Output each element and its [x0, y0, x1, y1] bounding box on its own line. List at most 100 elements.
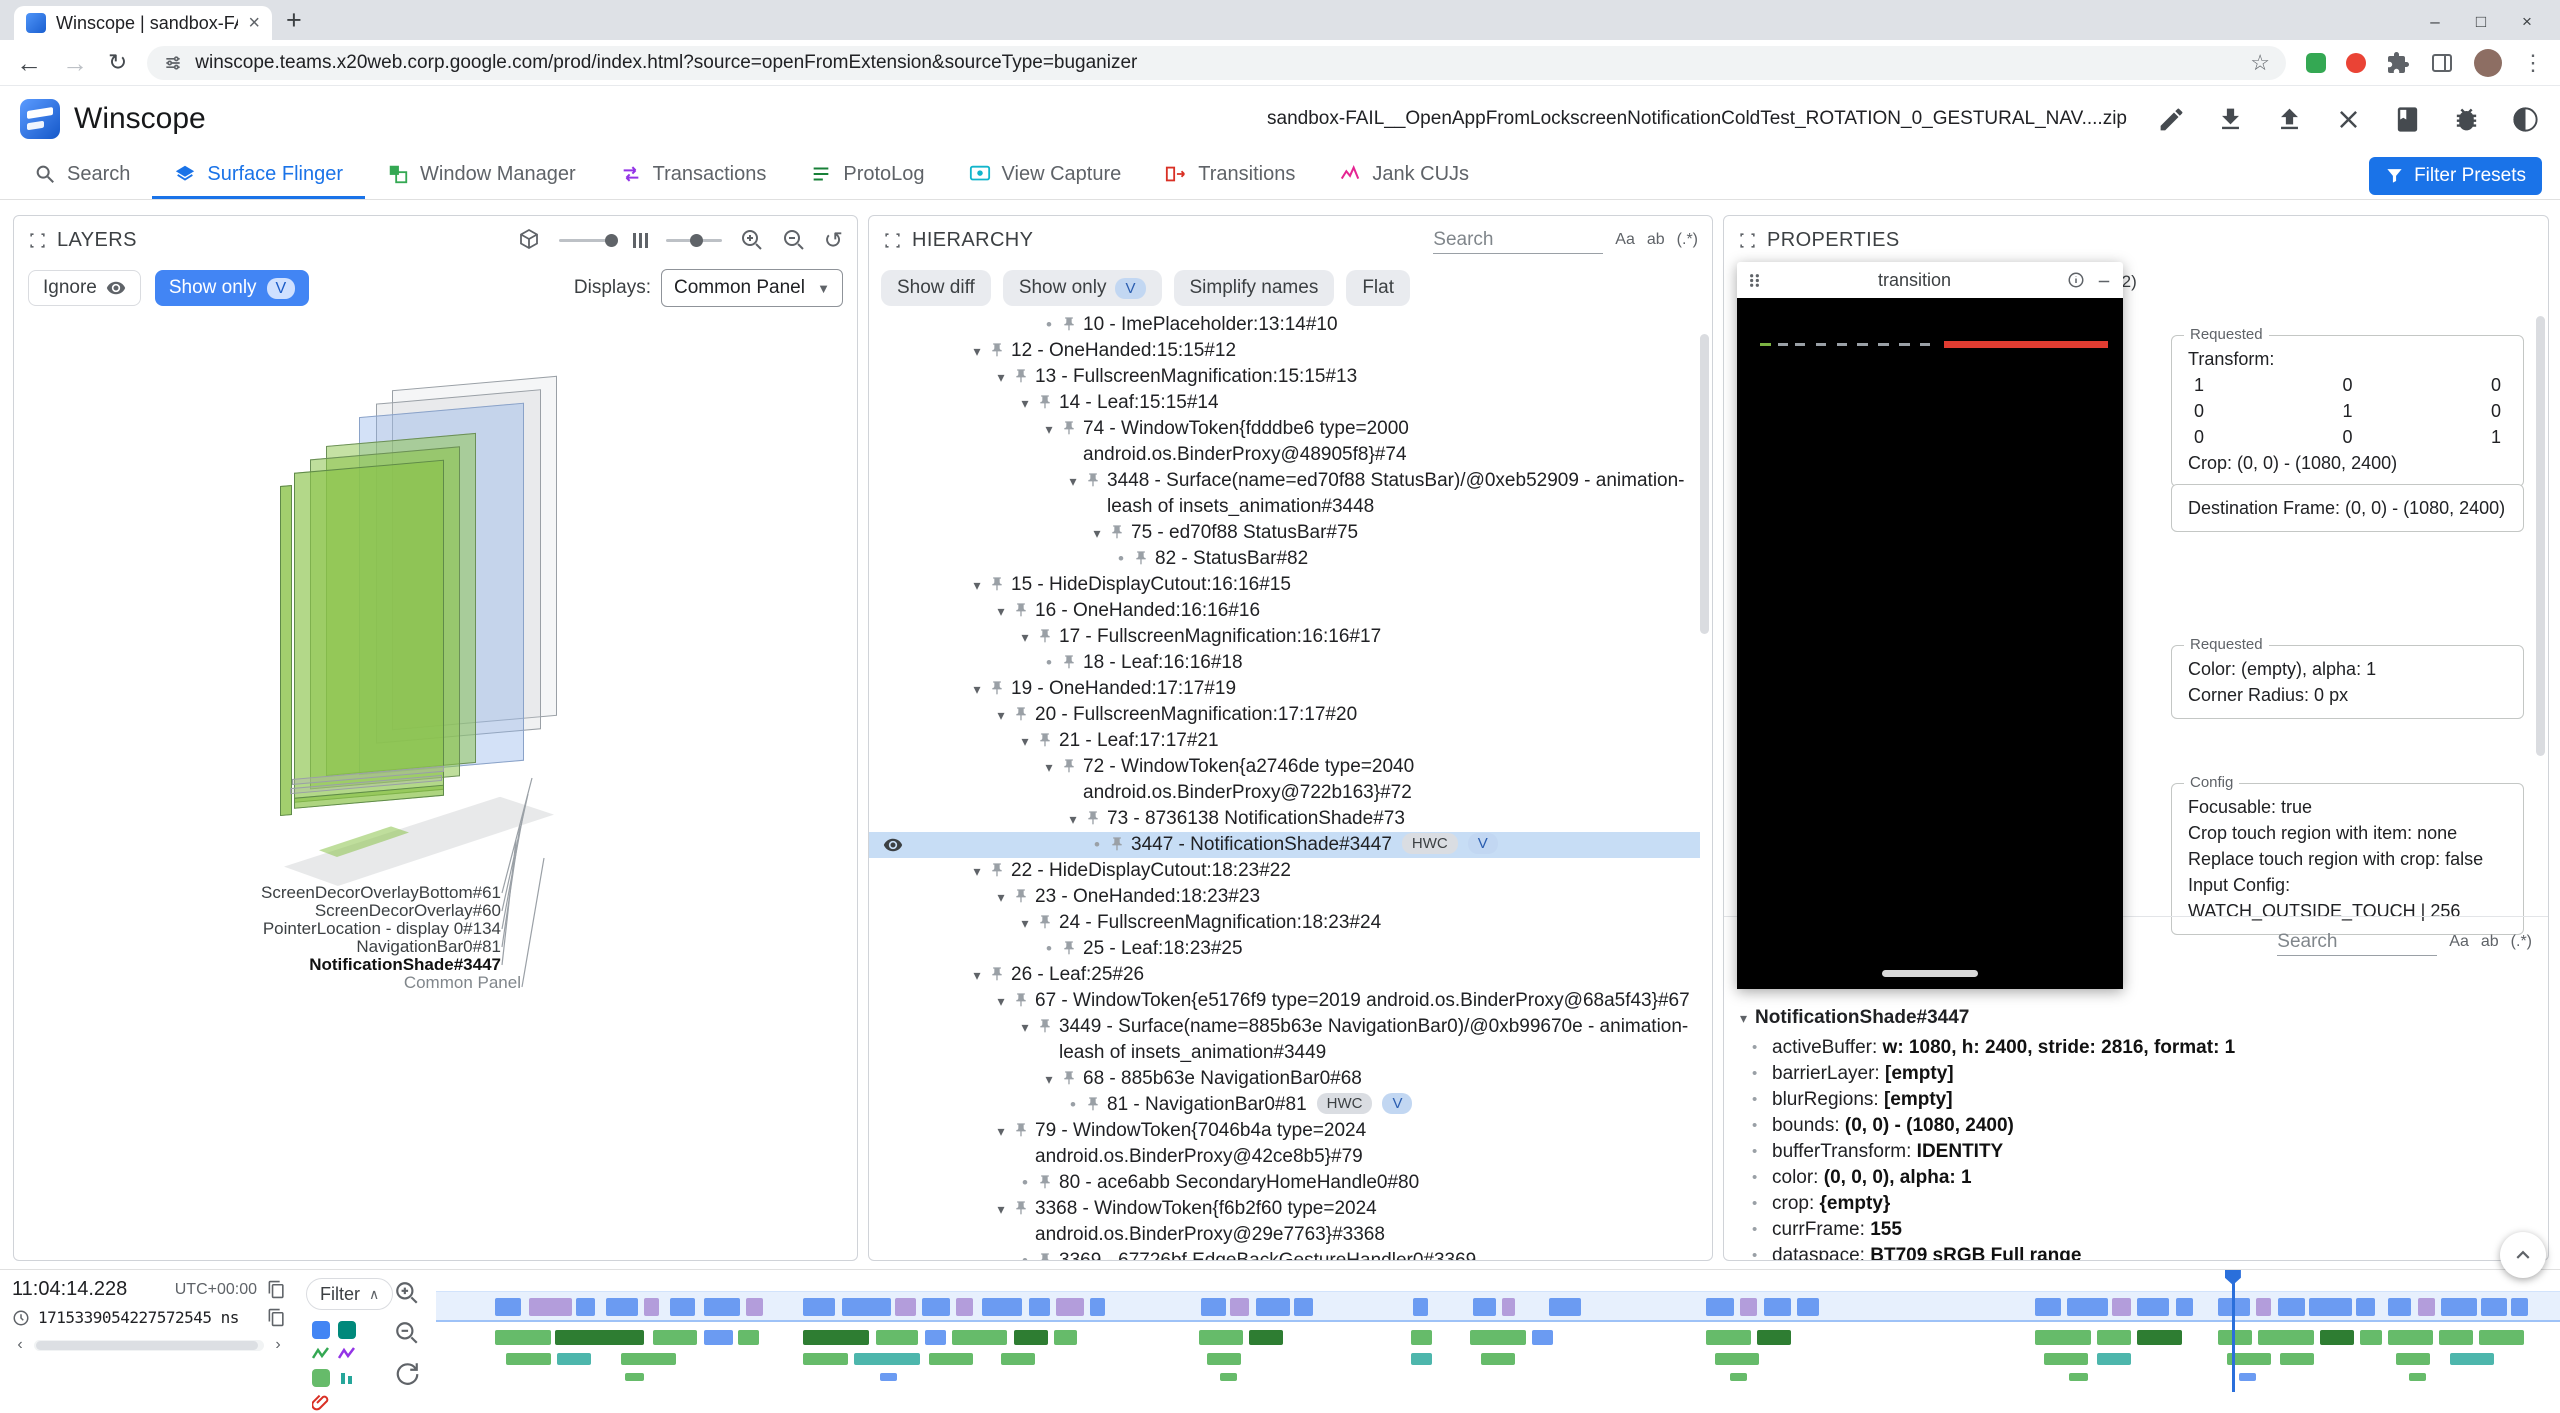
trace-segment[interactable] — [1090, 1298, 1105, 1316]
trace-segment[interactable] — [2450, 1353, 2495, 1365]
pin-icon[interactable] — [1085, 1096, 1107, 1114]
pin-icon[interactable] — [1061, 940, 1083, 958]
pin-icon[interactable] — [1061, 420, 1083, 438]
trace-segment[interactable] — [1764, 1298, 1792, 1316]
trace-segment[interactable] — [1054, 1330, 1077, 1345]
cube-3d-icon[interactable] — [517, 228, 541, 252]
pin-icon[interactable] — [1013, 368, 1035, 386]
layer-label[interactable]: ScreenDecorOverlay#60 — [14, 902, 501, 920]
url-text[interactable]: winscope.teams.x20web.corp.google.com/pr… — [195, 52, 2238, 74]
extension-red-icon[interactable] — [2346, 53, 2366, 73]
pin-icon[interactable] — [1037, 628, 1059, 646]
timeline-zoom-out-icon[interactable] — [394, 1320, 420, 1346]
trace-segment[interactable] — [2067, 1298, 2107, 1316]
property-item[interactable]: •dataspace: BT709 sRGB Full range — [1740, 1243, 2532, 1261]
pin-icon[interactable] — [1061, 1070, 1083, 1088]
trace-segment[interactable] — [2511, 1298, 2528, 1316]
window-close-icon[interactable]: × — [2504, 12, 2550, 32]
pin-icon[interactable] — [1109, 524, 1131, 542]
trace-segment[interactable] — [2035, 1330, 2090, 1345]
trace-segment[interactable] — [1706, 1330, 1751, 1345]
expand-arrow-icon[interactable]: ▾ — [1013, 1014, 1037, 1040]
trace-segment[interactable] — [1549, 1298, 1581, 1316]
pin-icon[interactable] — [1085, 472, 1107, 490]
panel-drag-icon[interactable] — [28, 231, 47, 250]
reload-icon[interactable]: ↻ — [108, 49, 127, 76]
tree-node[interactable]: ▾72 - WindowToken{a2746de type=2040 andr… — [869, 754, 1700, 806]
scroll-left-icon[interactable]: ‹ — [12, 1336, 28, 1354]
back-icon[interactable]: ← — [16, 50, 42, 76]
layer-label[interactable]: NotificationShade#3447 — [14, 956, 501, 974]
tree-node[interactable]: ▾14 - Leaf:15:15#14 — [869, 390, 1700, 416]
tree-node[interactable]: ▾67 - WindowToken{e5176f9 type=2019 andr… — [869, 988, 1700, 1014]
trace-segment[interactable] — [876, 1330, 918, 1345]
trace-segment[interactable] — [1220, 1373, 1237, 1381]
info-icon[interactable] — [2067, 271, 2085, 289]
trace-segment[interactable] — [606, 1298, 638, 1316]
expand-arrow-icon[interactable]: ▾ — [1013, 624, 1037, 650]
trace-segment[interactable] — [1199, 1330, 1244, 1345]
layer-label[interactable]: Common Panel — [14, 974, 521, 992]
trace-segment[interactable] — [506, 1353, 551, 1365]
expand-arrow-icon[interactable]: ▾ — [989, 884, 1013, 910]
expand-arrow-icon[interactable]: ▾ — [1061, 806, 1085, 832]
trace-segment[interactable] — [854, 1353, 920, 1365]
trace-segment[interactable] — [1411, 1330, 1432, 1345]
trace-segment[interactable] — [2137, 1298, 2169, 1316]
pin-icon[interactable] — [1013, 602, 1035, 620]
trace-icon-blue-square[interactable] — [312, 1321, 330, 1339]
trace-segment[interactable] — [1413, 1298, 1428, 1316]
browser-menu-icon[interactable]: ⋮ — [2522, 50, 2544, 76]
trace-icon-red-clip[interactable] — [312, 1393, 330, 1411]
pin-icon[interactable] — [1133, 550, 1155, 568]
displays-select[interactable]: Common Panel ▼ — [661, 269, 843, 307]
trace-segment[interactable] — [895, 1298, 916, 1316]
trace-segment[interactable] — [1056, 1298, 1084, 1316]
trace-segment[interactable] — [1481, 1353, 1515, 1365]
window-maximize-icon[interactable]: □ — [2458, 12, 2504, 32]
expand-arrow-icon[interactable]: ▾ — [1013, 910, 1037, 936]
tab-jank-cujs[interactable]: Jank CUJs — [1317, 152, 1491, 199]
trace-segment[interactable] — [644, 1298, 659, 1316]
trace-segment[interactable] — [929, 1353, 974, 1365]
dark-mode-icon[interactable] — [2511, 105, 2540, 134]
reset-view-icon[interactable]: ↺ — [824, 229, 843, 252]
scroll-right-icon[interactable]: › — [270, 1336, 286, 1354]
timeline-zoom-in-icon[interactable] — [394, 1280, 420, 1306]
trace-segment[interactable] — [982, 1298, 1022, 1316]
trace-segment[interactable] — [557, 1353, 591, 1365]
pin-icon[interactable] — [1037, 1174, 1059, 1192]
expand-arrow-icon[interactable]: ▾ — [1013, 728, 1037, 754]
tree-node[interactable]: ▾19 - OneHanded:17:17#19 — [869, 676, 1700, 702]
zoom-in-icon[interactable] — [740, 228, 764, 252]
trace-segment[interactable] — [2418, 1298, 2435, 1316]
trace-icon-green-square[interactable] — [312, 1369, 330, 1387]
hierarchy-search-input[interactable] — [1433, 227, 1603, 254]
tree-node[interactable]: ▾73 - 8736138 NotificationShade#73 — [869, 806, 1700, 832]
expand-arrow-icon[interactable]: ▾ — [989, 1118, 1013, 1144]
pin-icon[interactable] — [989, 342, 1011, 360]
copy-icon[interactable] — [267, 1308, 286, 1327]
property-item[interactable]: •crop: {empty} — [1740, 1191, 2532, 1217]
tree-node[interactable]: ▾75 - ed70f88 StatusBar#75 — [869, 520, 1700, 546]
tree-node[interactable]: •10 - ImePlaceholder:13:14#10 — [869, 312, 1700, 338]
tree-node[interactable]: ▾3448 - Surface(name=ed70f88 StatusBar)/… — [869, 468, 1700, 520]
pin-icon[interactable] — [1037, 1252, 1059, 1260]
trace-segment[interactable] — [2258, 1330, 2313, 1345]
tree-node[interactable]: ▾15 - HideDisplayCutout:16:16#15 — [869, 572, 1700, 598]
trace-segment[interactable] — [2112, 1298, 2131, 1316]
tree-node[interactable]: ▾20 - FullscreenMagnification:17:17#20 — [869, 702, 1700, 728]
trace-segment[interactable] — [956, 1298, 973, 1316]
tree-node[interactable]: ▾68 - 885b63e NavigationBar0#68 — [869, 1066, 1700, 1092]
trace-segment[interactable] — [746, 1298, 763, 1316]
trace-segment[interactable] — [1230, 1298, 1249, 1316]
copy-icon[interactable] — [267, 1280, 286, 1299]
pin-icon[interactable] — [1085, 810, 1107, 828]
tab-surface-flinger[interactable]: Surface Flinger — [152, 152, 365, 199]
tab-view-capture[interactable]: View Capture — [947, 152, 1144, 199]
trace-segment[interactable] — [1411, 1353, 1432, 1365]
tree-node[interactable]: ▾13 - FullscreenMagnification:15:15#13 — [869, 364, 1700, 390]
trace-segment[interactable] — [1201, 1298, 1226, 1316]
trace-segment[interactable] — [529, 1298, 571, 1316]
property-item[interactable]: •color: (0, 0, 0), alpha: 1 — [1740, 1165, 2532, 1191]
